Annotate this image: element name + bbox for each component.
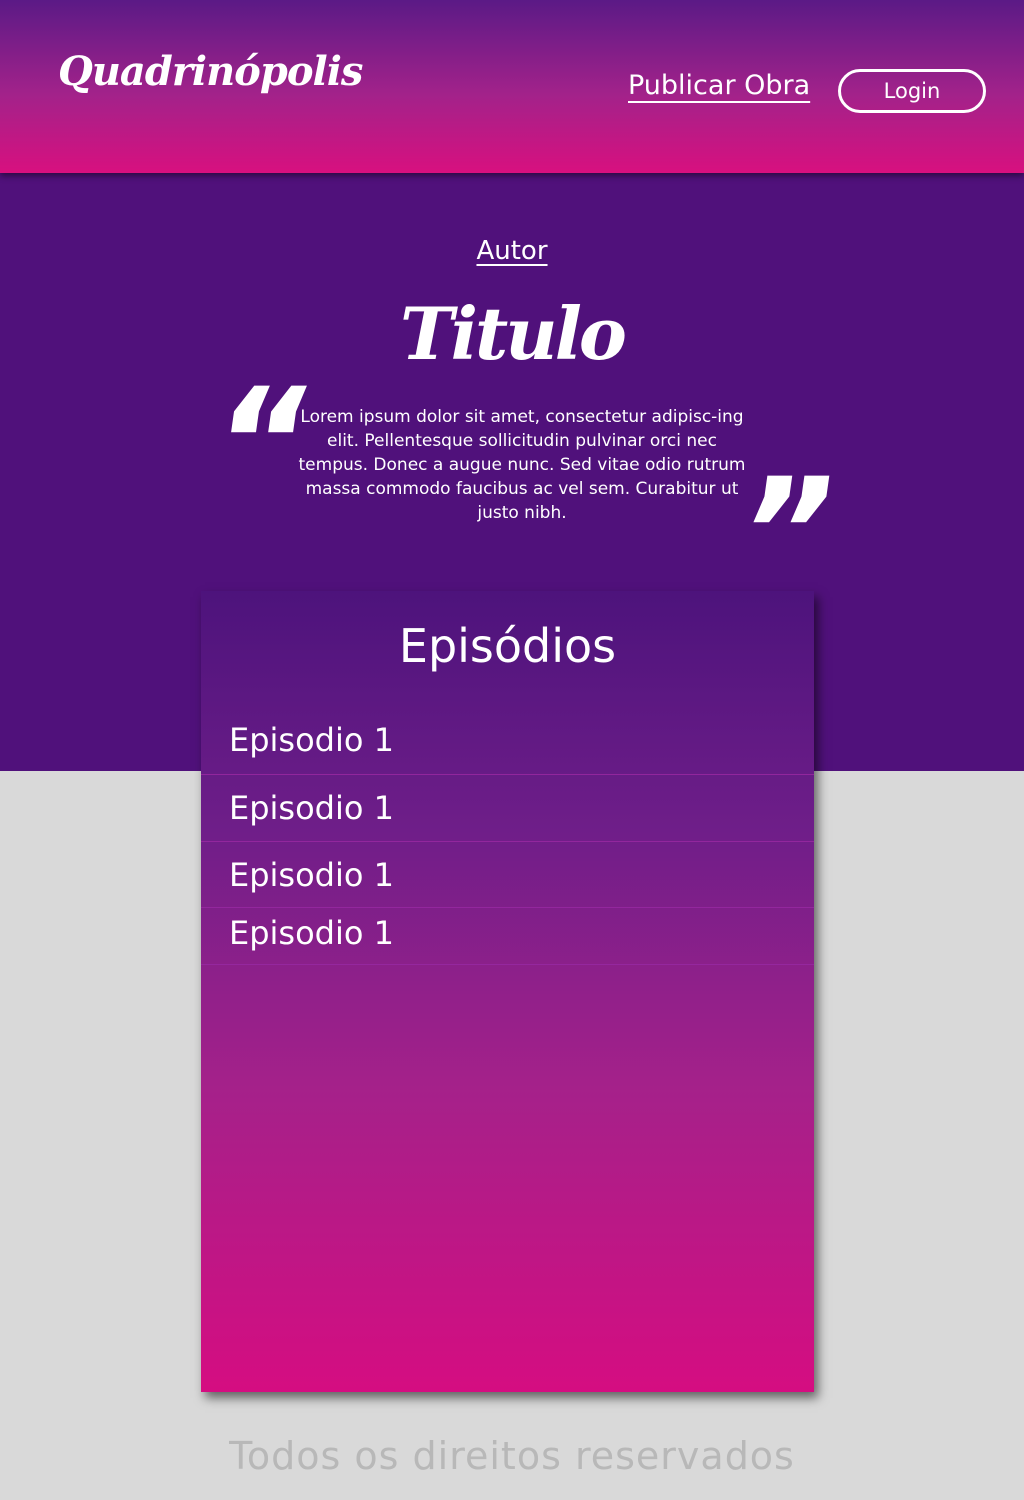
publish-work-link[interactable]: Publicar Obra: [628, 70, 810, 101]
author-link[interactable]: Autor: [476, 236, 547, 266]
episode-list-item[interactable]: Episodio 1: [201, 908, 814, 965]
episode-list-item[interactable]: Episodio 1: [201, 842, 814, 908]
login-button[interactable]: Login: [838, 69, 986, 113]
site-header: Quadrinópolis Publicar Obra Login: [0, 0, 1024, 173]
episode-list-item[interactable]: Episodio 1: [201, 705, 814, 775]
episodes-heading: Episódios: [398, 619, 617, 673]
author-row: Autor: [0, 236, 1024, 266]
work-title: Titulo: [400, 291, 627, 376]
work-description: Lorem ipsum dolor sit amet, consectetur …: [298, 407, 746, 523]
close-quote-icon: ”: [725, 447, 849, 621]
footer-copyright: Todos os direitos reservados: [229, 1434, 795, 1478]
site-logo[interactable]: Quadrinópolis: [58, 48, 363, 95]
episode-list-item[interactable]: Episodio 1: [201, 775, 814, 842]
episodes-panel: Episódios Episodio 1 Episodio 1 Episodio…: [201, 591, 814, 1392]
